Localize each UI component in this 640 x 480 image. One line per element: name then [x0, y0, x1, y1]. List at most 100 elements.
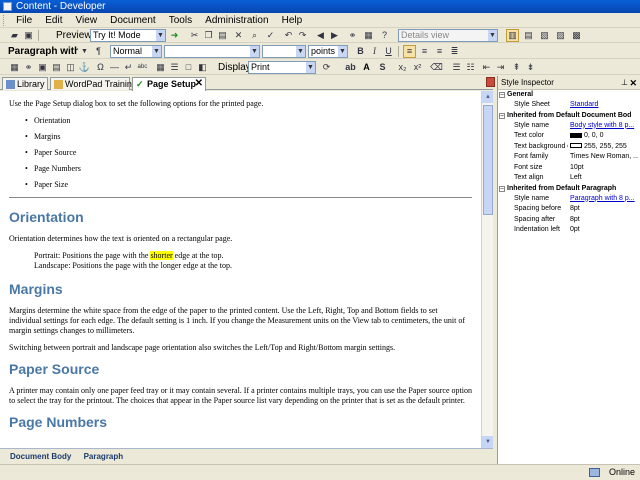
paragraph-style-select[interactable]: Paragraph with 8 ...	[8, 45, 78, 58]
chevron-down-icon[interactable]: ▼	[78, 45, 91, 58]
settings-icon[interactable]: ▩	[570, 29, 583, 42]
document-scrollbar[interactable]: ▲ ▼	[481, 91, 494, 448]
format-toolbar: Paragraph with 8 ... ▼ ¶ Normal ▼ ▼ ▼ poi…	[0, 44, 640, 59]
font-size-select[interactable]: ▼	[262, 45, 306, 58]
options-list: Orientation Margins Paper Source Page Nu…	[25, 116, 472, 190]
scrollbar-thumb[interactable]	[483, 105, 493, 215]
property-value-link[interactable]: Body style with 8 p...	[570, 121, 638, 132]
section-inherited-paragraph[interactable]: – Inherited from Default Paragraph	[498, 183, 640, 194]
unit-select[interactable]: points ▼	[308, 45, 348, 58]
strikethrough-icon[interactable]: S	[376, 61, 389, 74]
rule-icon[interactable]: ―	[108, 61, 121, 74]
document-editor[interactable]: Use the Page Setup dialog box to set the…	[0, 91, 481, 448]
justify-icon[interactable]: ≣	[448, 45, 461, 58]
paste-icon[interactable]: ▤	[216, 29, 229, 42]
section-title: Inherited from Default Paragraph	[507, 184, 617, 192]
align-center-icon[interactable]: ≡	[418, 45, 431, 58]
collapse-icon[interactable]: –	[499, 112, 505, 119]
outline-view-icon[interactable]: ▤	[522, 29, 535, 42]
space-after-icon[interactable]: ⇟	[524, 61, 537, 74]
field-icon[interactable]: ◫	[64, 61, 77, 74]
menu-file[interactable]: File	[11, 13, 37, 28]
link-icon[interactable]: ⚭	[346, 29, 359, 42]
forward-icon[interactable]: ▶	[328, 29, 341, 42]
pin-icon[interactable]: ⊥	[621, 76, 628, 90]
picture-icon[interactable]: ▣	[36, 61, 49, 74]
indent-icon[interactable]: ⇥	[494, 61, 507, 74]
preview-mode-select[interactable]: Try It! Mode ▼	[90, 29, 166, 42]
italic-button[interactable]: I	[368, 45, 381, 58]
list-icon[interactable]: ☰	[168, 61, 181, 74]
back-icon[interactable]: ◀	[314, 29, 327, 42]
refresh-icon[interactable]: ⟳	[320, 61, 333, 74]
bullets-icon[interactable]: ☰	[450, 61, 463, 74]
redo-icon[interactable]: ↷	[296, 29, 309, 42]
symbol-icon[interactable]: Ω	[94, 61, 107, 74]
media-icon[interactable]: ▤	[50, 61, 63, 74]
cut-icon[interactable]: ✂	[188, 29, 201, 42]
border-icon[interactable]: □	[182, 61, 195, 74]
breadcrumb-document-body[interactable]: Document Body	[10, 449, 71, 464]
menu-edit[interactable]: Edit	[40, 13, 67, 28]
eraser-icon[interactable]: ⌫	[430, 61, 443, 74]
tab-label: Page Setup	[147, 79, 197, 89]
shading-icon[interactable]: ◧	[196, 61, 209, 74]
tab-page-setup[interactable]: ✓ Page Setup ✕	[132, 77, 206, 91]
tab-wordpad-training[interactable]: WordPad Training	[50, 77, 137, 90]
spell-icon[interactable]: ✓	[264, 29, 277, 42]
font-family-select[interactable]: ▼	[164, 45, 260, 58]
find-icon[interactable]: ⌕	[248, 29, 261, 42]
panel-view-icon[interactable]: ▨	[554, 29, 567, 42]
menu-administration[interactable]: Administration	[200, 13, 273, 28]
image-icon[interactable]: ▦	[362, 29, 375, 42]
collapse-icon[interactable]: –	[499, 185, 505, 192]
space-before-icon[interactable]: ⇞	[510, 61, 523, 74]
menu-tools[interactable]: Tools	[164, 13, 197, 28]
underline-button[interactable]: U	[382, 45, 395, 58]
table-icon[interactable]: ▦	[8, 61, 21, 74]
menu-help[interactable]: Help	[277, 13, 308, 28]
spell-check-icon[interactable]: ᵃᵇᶜ	[136, 61, 149, 74]
section-inherited-document-body[interactable]: – Inherited from Default Document Bod	[498, 110, 640, 121]
collapse-icon[interactable]: –	[499, 92, 505, 98]
copy-icon[interactable]: ❐	[202, 29, 215, 42]
menu-document[interactable]: Document	[105, 13, 161, 28]
split-view-icon[interactable]: ▧	[538, 29, 551, 42]
help-icon[interactable]: ?	[378, 29, 391, 42]
bold-button[interactable]: B	[354, 45, 367, 58]
hyperlink-icon[interactable]: ⚭	[22, 61, 35, 74]
delete-icon[interactable]: ✕	[232, 29, 245, 42]
save-icon[interactable]: ▣	[22, 29, 35, 42]
align-right-icon[interactable]: ≡	[433, 45, 446, 58]
anchor-icon[interactable]: ⚓	[78, 61, 91, 74]
grid-icon[interactable]: ▦	[154, 61, 167, 74]
numbering-icon[interactable]: ☷	[464, 61, 477, 74]
style-icon[interactable]: ¶	[92, 45, 105, 58]
tab-library[interactable]: Library	[2, 77, 48, 90]
property-value-link[interactable]: Standard	[570, 100, 638, 111]
element-breadcrumb: Document Body Paragraph	[0, 448, 493, 464]
paper-source-heading: Paper Source	[9, 361, 100, 377]
layout-view-icon[interactable]: ▥	[506, 29, 519, 42]
font-color-icon[interactable]: A	[360, 61, 373, 74]
close-icon[interactable]: ✕	[195, 78, 203, 90]
property-value-link[interactable]: Paragraph with 8 p...	[570, 194, 638, 205]
open-icon[interactable]: ▰	[8, 29, 21, 42]
style-inspector-toggle-icon[interactable]	[486, 77, 495, 87]
view-mode-select[interactable]: Details view ▼	[398, 29, 498, 42]
highlight-icon[interactable]: ab	[344, 61, 357, 74]
section-general[interactable]: – General	[498, 90, 640, 100]
breadcrumb-paragraph[interactable]: Paragraph	[84, 449, 124, 464]
preview-label: Preview:	[56, 30, 95, 41]
subscript-icon[interactable]: x₂	[396, 61, 409, 74]
undo-icon[interactable]: ↶	[282, 29, 295, 42]
display-select[interactable]: Print ▼	[248, 61, 316, 74]
align-left-icon[interactable]: ≡	[403, 45, 416, 58]
font-style-select[interactable]: Normal ▼	[110, 45, 162, 58]
menu-view[interactable]: View	[71, 13, 103, 28]
go-icon[interactable]: ➜	[168, 29, 181, 42]
break-icon[interactable]: ↵	[122, 61, 135, 74]
close-icon[interactable]: ✕	[629, 76, 637, 90]
outdent-icon[interactable]: ⇤	[480, 61, 493, 74]
superscript-icon[interactable]: x²	[411, 61, 424, 74]
